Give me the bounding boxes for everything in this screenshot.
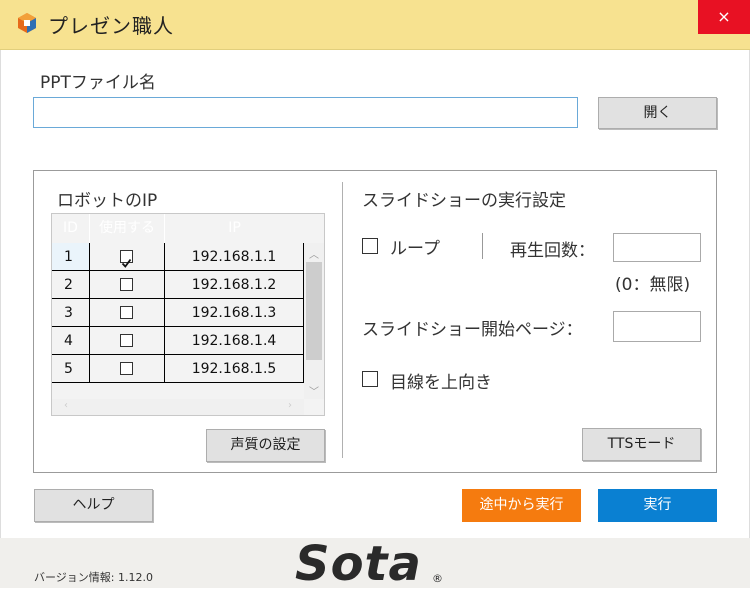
row-id: 4 bbox=[52, 327, 90, 355]
use-checkbox[interactable] bbox=[120, 306, 133, 319]
row-id: 1 bbox=[52, 243, 90, 271]
window-title: プレゼン職人 bbox=[48, 14, 174, 38]
start-page-input[interactable] bbox=[613, 311, 701, 342]
row-ip[interactable]: 192.168.1.4 bbox=[165, 327, 304, 355]
row-id: 5 bbox=[52, 355, 90, 383]
use-checkbox[interactable] bbox=[120, 362, 133, 375]
gaze-up-checkbox[interactable] bbox=[362, 371, 378, 387]
row-ip[interactable]: 192.168.1.5 bbox=[165, 355, 304, 383]
loop-label: ループ bbox=[390, 239, 440, 259]
start-page-label: スライドショー開始ページ： bbox=[362, 320, 583, 340]
gaze-up-label: 目線を上向き bbox=[390, 373, 492, 393]
app-icon bbox=[18, 13, 36, 33]
row-use-cell bbox=[90, 243, 165, 271]
version-info: バージョン情報: 1.12.0 bbox=[34, 571, 153, 584]
use-checkbox[interactable] bbox=[120, 278, 133, 291]
scroll-right-icon[interactable]: › bbox=[288, 400, 292, 411]
row-use-cell bbox=[90, 327, 165, 355]
column-header-ip: IP bbox=[228, 220, 241, 236]
row-ip[interactable]: 192.168.1.1 bbox=[165, 243, 304, 271]
use-checkbox[interactable] bbox=[120, 334, 133, 347]
voice-settings-button[interactable]: 声質の設定 bbox=[206, 429, 325, 462]
row-use-cell bbox=[90, 271, 165, 299]
ppt-file-input[interactable] bbox=[33, 97, 578, 128]
column-header-use: 使用する bbox=[90, 214, 165, 243]
check-icon bbox=[121, 258, 132, 268]
use-checkbox[interactable] bbox=[120, 250, 133, 268]
sota-logo: Sota bbox=[295, 536, 422, 592]
open-button[interactable]: 開く bbox=[598, 97, 717, 129]
row-ip[interactable]: 192.168.1.2 bbox=[165, 271, 304, 299]
row-use-cell bbox=[90, 299, 165, 327]
scroll-thumb[interactable] bbox=[306, 262, 322, 360]
help-button[interactable]: ヘルプ bbox=[34, 489, 153, 522]
vertical-scrollbar[interactable]: ︿ ﹀ bbox=[304, 243, 324, 399]
repeat-count-input[interactable] bbox=[613, 233, 701, 262]
row-id: 2 bbox=[52, 271, 90, 299]
loop-checkbox[interactable] bbox=[362, 238, 378, 254]
run-button[interactable]: 実行 bbox=[598, 489, 717, 522]
row-id: 3 bbox=[52, 299, 90, 327]
row-use-cell bbox=[90, 355, 165, 383]
scroll-down-icon[interactable]: ﹀ bbox=[309, 383, 319, 398]
title-bar: プレゼン職人 bbox=[0, 0, 750, 50]
repeat-hint: (0：無限) bbox=[615, 275, 691, 295]
horizontal-scrollbar[interactable]: ‹ › bbox=[52, 399, 304, 415]
repeat-count-label: 再生回数： bbox=[510, 241, 595, 261]
slideshow-title: スライドショーの実行設定 bbox=[362, 191, 566, 211]
row-ip[interactable]: 192.168.1.3 bbox=[165, 299, 304, 327]
scroll-left-icon[interactable]: ‹ bbox=[64, 400, 68, 411]
close-button[interactable]: × bbox=[698, 0, 750, 34]
robot-ip-table: ID 使用する IP 1 192.168.1.1 2 192.168.1.2 3… bbox=[51, 213, 325, 416]
column-header-id: ID bbox=[52, 214, 90, 243]
loop-separator bbox=[482, 233, 483, 259]
ppt-file-label: PPTファイル名 bbox=[40, 73, 156, 93]
tts-mode-button[interactable]: TTSモード bbox=[582, 428, 701, 461]
group-divider bbox=[342, 182, 343, 458]
registered-mark: ® bbox=[432, 572, 443, 585]
scroll-up-icon[interactable]: ︿ bbox=[309, 246, 319, 261]
resume-button[interactable]: 途中から実行 bbox=[462, 489, 581, 522]
robot-ip-title: ロボットのIP bbox=[57, 191, 158, 211]
